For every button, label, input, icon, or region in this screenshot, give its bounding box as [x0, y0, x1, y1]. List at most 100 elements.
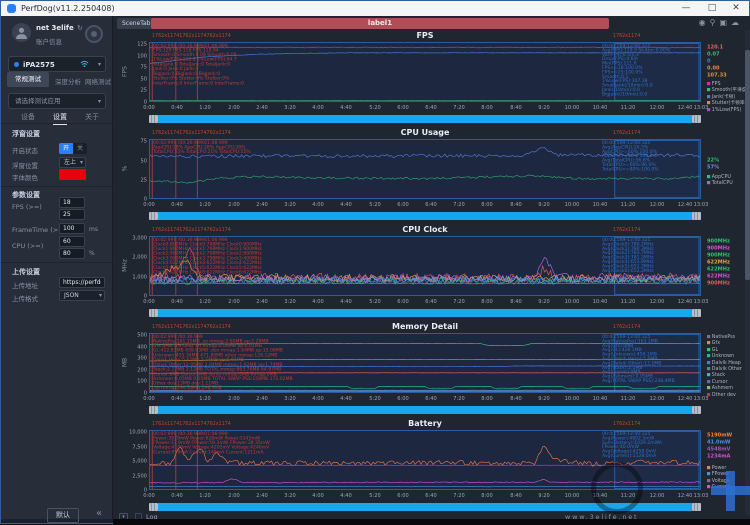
chart-cpu: CPU Usage1762x11741762x1174762x11741762x… — [113, 127, 750, 224]
folder-icon[interactable]: ▣ — [719, 18, 731, 27]
scrollbar-handle-left[interactable] — [149, 115, 158, 123]
scrollbar-handle-left[interactable] — [149, 406, 158, 414]
timeline-scrollbar[interactable] — [149, 309, 701, 317]
x-tick-label: 7:20 — [449, 105, 469, 111]
current-value: 1234mA — [707, 453, 730, 459]
tab-device[interactable]: 设备 — [21, 112, 35, 122]
sync-icon[interactable]: ↻ — [77, 24, 83, 32]
minimize-button[interactable]: — — [675, 1, 697, 16]
current-value: 900MHz — [707, 280, 730, 286]
legend-item[interactable]: GL — [707, 348, 718, 353]
plot-area[interactable]: 00:02:999 /00:36:999/01:06:999Clock0:800… — [149, 236, 701, 296]
scrollbar-handle-right[interactable] — [692, 212, 701, 220]
vertical-scrollbar[interactable] — [745, 30, 750, 515]
cpu-low-input[interactable] — [59, 236, 85, 247]
x-tick-label: 6:00 — [393, 299, 413, 305]
legend-item[interactable]: TotalCPU — [707, 181, 733, 186]
maximize-button[interactable]: □ — [701, 1, 723, 16]
plot-area[interactable]: 00:02:999 /00:36:999NativePss:161.15MB .… — [149, 333, 701, 393]
cpu-unit: % — [89, 250, 95, 257]
vertical-scrollbar-thumb[interactable] — [745, 50, 750, 280]
legend-item[interactable]: Dalvik Heap — [707, 361, 741, 366]
legend-item[interactable]: Stack — [707, 373, 725, 378]
resolution-annotation: 1762x11741762x1174762x1174 — [152, 130, 231, 136]
tab-about[interactable]: 关于 — [85, 112, 99, 122]
font-color-swatch[interactable] — [59, 169, 86, 180]
toggle-off[interactable]: 关 — [73, 143, 87, 154]
resolution-annotation: 1762x1174 — [613, 227, 640, 233]
x-tick-label: 9:20 — [534, 396, 554, 402]
close-button[interactable]: ✕ — [725, 1, 747, 16]
position-label: 浮窗位置 — [12, 160, 38, 170]
scrollbar-handle-right[interactable] — [692, 406, 701, 414]
float-window-toggle[interactable]: 开 关 — [59, 143, 87, 154]
x-tick-label: 0:00 — [139, 396, 159, 402]
x-tick-label: 8:00 — [477, 299, 497, 305]
divider — [1, 262, 113, 263]
watermark-plus — [711, 486, 750, 495]
toggle-on[interactable]: 开 — [59, 143, 73, 154]
stat-annotation-red: 00:02:999 /00:26:999/01:08:999AppCPU:28%… — [153, 141, 251, 155]
frametime-input[interactable] — [59, 223, 85, 234]
location-icon[interactable]: ◉ — [699, 18, 710, 27]
timeline-scrollbar[interactable] — [149, 212, 701, 220]
x-tick-label: 7:20 — [449, 396, 469, 402]
position-dropdown[interactable]: 左上▾ — [59, 157, 86, 168]
scrollbar-handle-left[interactable] — [149, 309, 158, 317]
x-tick-label: 10:00 — [562, 396, 582, 402]
account-info-link[interactable]: 账户信息 — [36, 36, 62, 46]
x-tick-label: 12:00 — [646, 396, 666, 402]
timeline-scrollbar-fill — [158, 406, 692, 414]
fps-high-input[interactable] — [59, 209, 85, 220]
plot-area[interactable]: 00:02:999 /00:26:999/01:08:999AppCPU:28%… — [149, 139, 701, 199]
x-tick-label: 4:40 — [336, 299, 356, 305]
x-tick-label: 3:20 — [280, 202, 300, 208]
timeline-scrollbar[interactable] — [149, 406, 701, 414]
collapse-sidebar-button[interactable]: « — [96, 508, 102, 519]
device-selector[interactable]: iPA2575 ▾ — [8, 56, 106, 72]
scene-tab[interactable]: SceneTab — [117, 18, 155, 29]
x-tick-label: 6:40 — [421, 105, 441, 111]
fps-low-input[interactable] — [59, 197, 85, 208]
x-tick-label: 0:40 — [167, 493, 187, 499]
scrollbar-handle-left[interactable] — [149, 212, 158, 220]
current-value: 0.00 — [707, 65, 720, 71]
record-button[interactable] — [85, 25, 103, 43]
x-tick-label: 0:40 — [167, 299, 187, 305]
x-tick-label: 8:00 — [477, 105, 497, 111]
pin-icon[interactable]: ⚲ — [710, 18, 720, 27]
x-tick-label: 2:40 — [252, 396, 272, 402]
scrollbar-handle-right[interactable] — [692, 309, 701, 317]
tab-network-test[interactable]: 网络测试 — [85, 76, 111, 86]
upload-format-value: JSON — [64, 292, 79, 299]
x-tick-label: 4:00 — [308, 493, 328, 499]
x-tick-label: 1:20 — [195, 105, 215, 111]
upload-url-input[interactable] — [59, 277, 105, 288]
legend-item[interactable]: Ashmem — [707, 386, 733, 391]
plot-area[interactable]: 00:02:999 /00:36:999/01:06:999FPS:120 FP… — [149, 42, 701, 102]
timeline-scrollbar[interactable] — [149, 115, 701, 123]
legend-item[interactable]: Jank(卡顿) — [707, 95, 735, 100]
cpu-high-input[interactable] — [59, 248, 85, 259]
resolution-annotation: 1762x11741762x1174762x1174 — [152, 33, 231, 39]
upload-format-dropdown[interactable]: JSON▾ — [59, 290, 105, 301]
x-tick-label: 1:20 — [195, 299, 215, 305]
app-select-dropdown[interactable]: 请选择测试应用 ▾ — [8, 93, 106, 109]
default-button[interactable]: 默认 — [47, 508, 79, 523]
legend-item[interactable]: Other dev — [707, 393, 736, 398]
x-tick-label: 10:40 — [590, 299, 610, 305]
legend-item[interactable]: Gfx — [707, 341, 720, 346]
scrollbar-handle-left[interactable] — [149, 503, 158, 511]
scrollbar-handle-right[interactable] — [692, 503, 701, 511]
scene-label-bar[interactable]: label1 — [151, 18, 609, 29]
legend-item[interactable]: Stutter(卡顿率) — [707, 101, 747, 106]
legend-item[interactable]: Smooth(平滑度) — [707, 88, 748, 93]
tab-regular-test[interactable]: 常规测试 — [7, 72, 49, 87]
cloud-icon[interactable]: ☁ — [731, 18, 743, 27]
legend-item[interactable]: Cursor — [707, 380, 728, 385]
x-tick-label: 6:00 — [393, 202, 413, 208]
tab-deep-analysis[interactable]: 深度分析 — [55, 76, 81, 86]
legend-item[interactable]: Unknown — [707, 354, 734, 359]
scrollbar-handle-right[interactable] — [692, 115, 701, 123]
legend-item[interactable]: 1%Low(FPS) — [707, 108, 741, 113]
